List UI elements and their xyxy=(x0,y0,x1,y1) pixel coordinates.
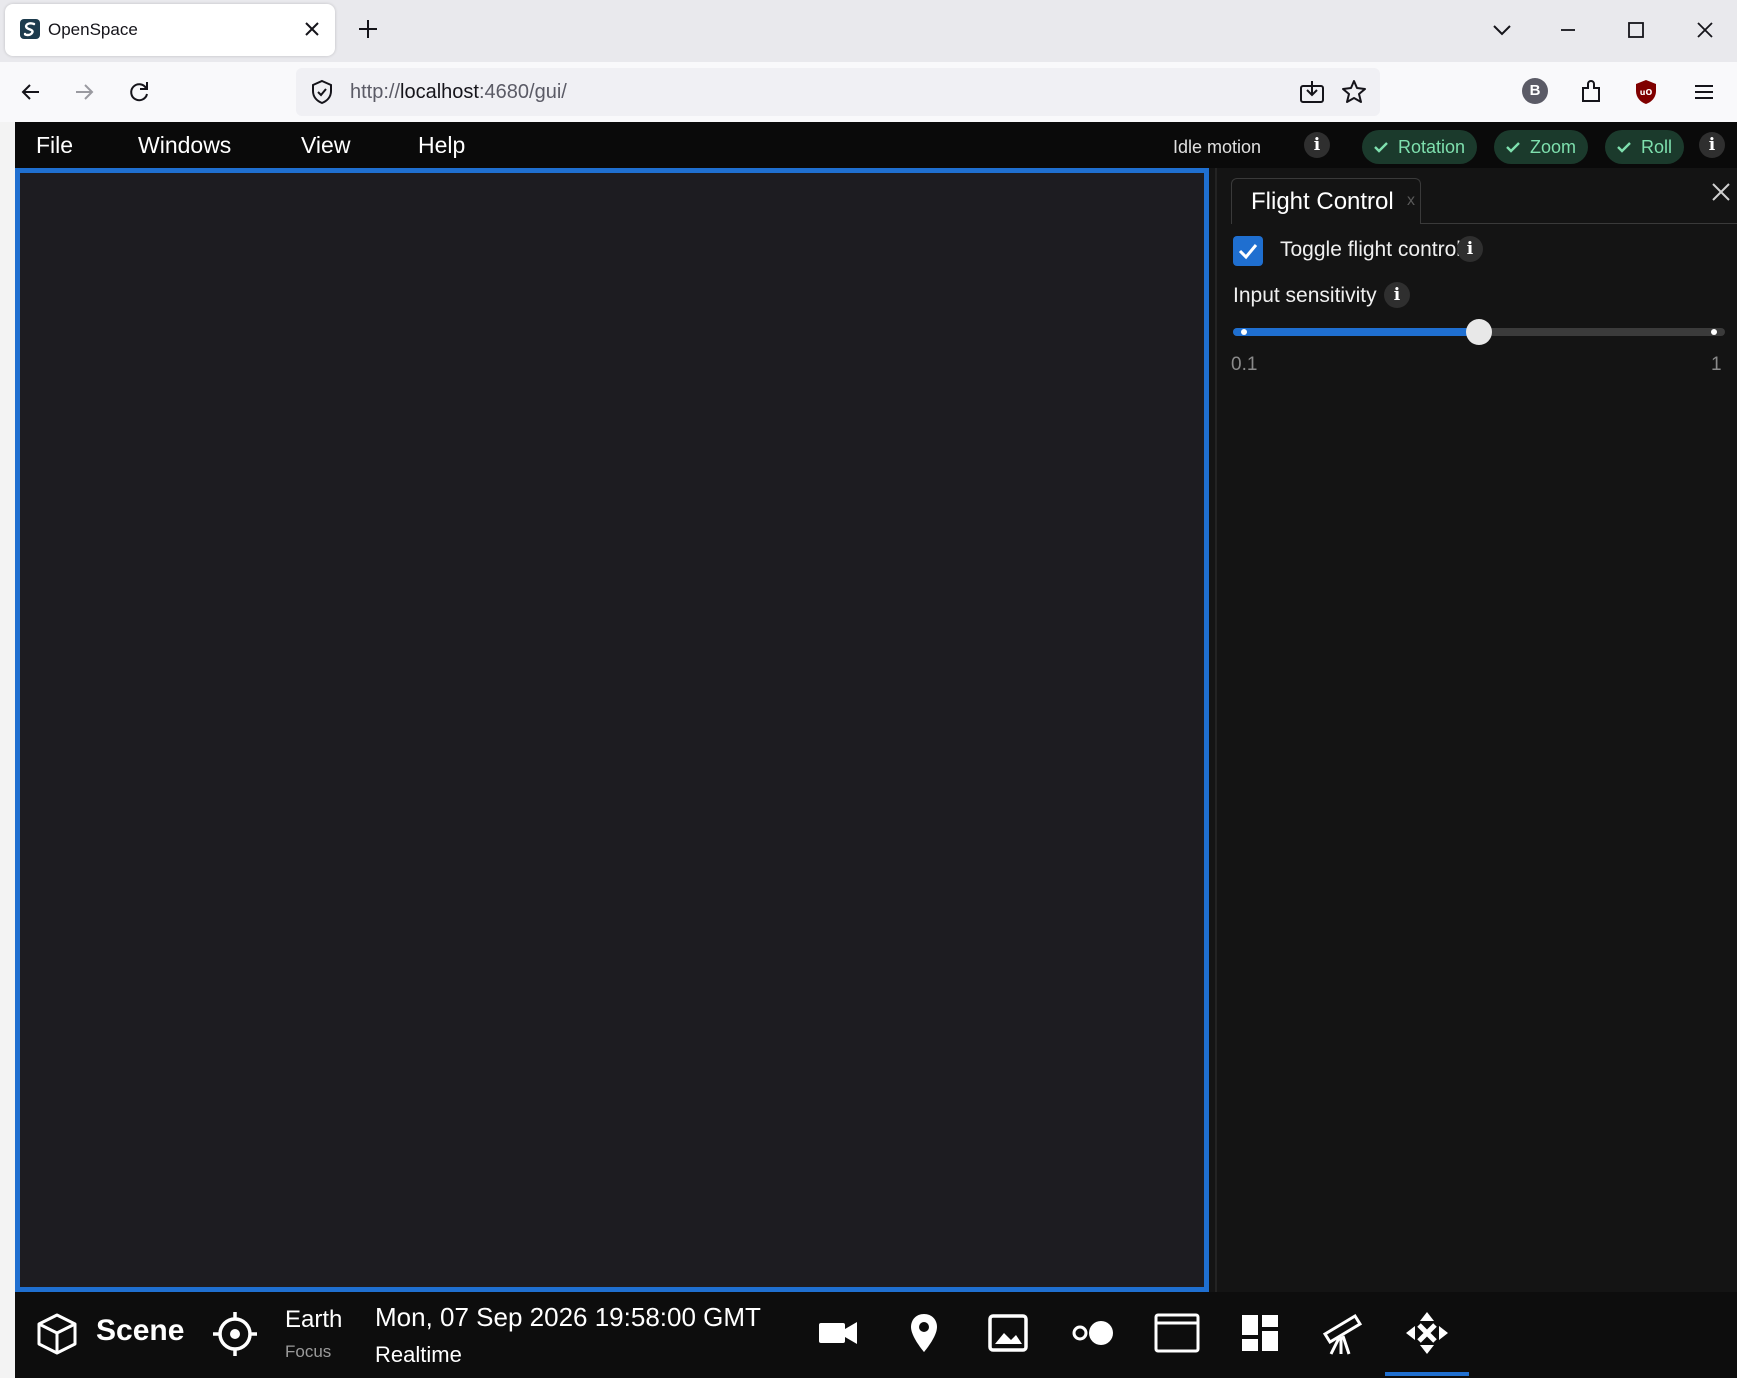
panel-tab-divider xyxy=(1421,223,1737,224)
browser-tab[interactable]: OpenSpace xyxy=(5,4,335,56)
slider-max-label: 1 xyxy=(1711,354,1722,375)
tab-title: OpenSpace xyxy=(48,20,138,39)
toggle-flight-control-checkbox[interactable] xyxy=(1233,236,1263,266)
profile-icon[interactable]: B xyxy=(1522,78,1550,106)
flight-control-panel: Flight Control x Toggle flight control i… xyxy=(1215,168,1737,1292)
menu-view[interactable]: View xyxy=(301,132,350,159)
ublock-icon[interactable]: uO xyxy=(1632,78,1660,106)
save-to-device-icon[interactable] xyxy=(1298,78,1326,106)
new-tab-icon[interactable] xyxy=(356,17,380,41)
panel-tab-flight-control[interactable]: Flight Control x xyxy=(1231,178,1421,224)
flight-move-icon[interactable] xyxy=(1404,1310,1450,1356)
slider-min-dot xyxy=(1241,329,1247,335)
scene-button[interactable]: Scene xyxy=(96,1314,184,1348)
toggle-flight-control-label: Toggle flight control xyxy=(1280,238,1461,261)
check-icon xyxy=(1374,142,1388,153)
render-viewport[interactable] xyxy=(15,168,1209,1292)
check-icon xyxy=(1617,142,1631,153)
rotation-toggle[interactable]: Rotation xyxy=(1362,130,1478,164)
location-pin-icon[interactable] xyxy=(901,1310,947,1356)
slider-min-label: 0.1 xyxy=(1231,354,1258,375)
recording-icon[interactable] xyxy=(1070,1310,1116,1356)
roll-toggle-label: Roll xyxy=(1641,136,1673,157)
menu-help[interactable]: Help xyxy=(418,132,465,159)
url-text: http://localhost:4680/gui/ xyxy=(350,81,567,103)
panel-tab-close[interactable]: x xyxy=(1407,192,1415,210)
dashboard-icon[interactable] xyxy=(1237,1310,1283,1356)
shield-icon[interactable] xyxy=(308,78,336,106)
panel-tab-label: Flight Control xyxy=(1251,188,1394,215)
bookmark-star-icon[interactable] xyxy=(1340,78,1368,106)
extensions-icon[interactable] xyxy=(1577,78,1605,106)
camera-icon[interactable] xyxy=(815,1310,861,1356)
tab-close-icon[interactable] xyxy=(301,18,323,40)
minimize-icon[interactable] xyxy=(1554,16,1582,44)
slider-max-dot xyxy=(1711,329,1717,335)
menu-file[interactable]: File xyxy=(36,132,73,159)
menu-windows[interactable]: Windows xyxy=(138,132,231,159)
reload-icon[interactable] xyxy=(125,78,153,106)
tab-list-chevron-icon[interactable] xyxy=(1488,16,1516,44)
hamburger-menu-icon[interactable] xyxy=(1690,78,1718,106)
idle-motion-info-icon[interactable]: i xyxy=(1304,132,1330,158)
slider-thumb[interactable] xyxy=(1466,319,1492,345)
openspace-favicon-icon xyxy=(19,18,41,40)
focus-crosshair-icon[interactable] xyxy=(211,1310,259,1358)
roll-toggle[interactable]: Roll xyxy=(1605,130,1685,164)
toggle-flight-control-info-icon[interactable]: i xyxy=(1457,236,1483,262)
check-icon xyxy=(1506,142,1520,153)
telescope-icon[interactable] xyxy=(1319,1310,1365,1356)
simulation-date[interactable]: Mon, 07 Sep 2026 19:58:00 GMT xyxy=(375,1302,761,1333)
scene-cube-icon[interactable] xyxy=(35,1312,79,1356)
openspace-app: File Windows View Help Idle motion i Rot… xyxy=(15,122,1737,1378)
browser-tab-bar: OpenSpace xyxy=(0,0,1737,62)
svg-text:uO: uO xyxy=(1640,88,1653,97)
active-tool-indicator xyxy=(1385,1372,1469,1376)
forward-arrow-icon[interactable] xyxy=(70,78,98,106)
zoom-toggle-label: Zoom xyxy=(1530,136,1577,157)
input-sensitivity-label: Input sensitivity xyxy=(1233,284,1377,307)
image-icon[interactable] xyxy=(985,1310,1031,1356)
focus-name[interactable]: Earth xyxy=(285,1306,342,1334)
zoom-toggle[interactable]: Zoom xyxy=(1494,130,1589,164)
check-icon xyxy=(1238,244,1258,260)
back-arrow-icon[interactable] xyxy=(17,78,45,106)
rotation-toggle-label: Rotation xyxy=(1398,136,1466,157)
idle-motion-label: Idle motion xyxy=(1173,137,1262,157)
focus-sublabel: Focus xyxy=(285,1342,332,1361)
close-window-icon[interactable] xyxy=(1691,16,1719,44)
panel-close-icon[interactable] xyxy=(1709,180,1733,204)
input-sensitivity-slider[interactable] xyxy=(1233,319,1725,345)
bottom-bar: Scene Earth Focus Mon, 07 Sep 2026 19:58… xyxy=(15,1292,1737,1378)
browser-nav-bar: http://localhost:4680/gui/ B uO xyxy=(0,62,1737,122)
menu-bar: File Windows View Help Idle motion i Rot… xyxy=(15,122,1737,168)
window-icon[interactable] xyxy=(1154,1310,1200,1356)
url-bar[interactable]: http://localhost:4680/gui/ xyxy=(296,68,1380,116)
time-mode: Realtime xyxy=(375,1342,462,1367)
slider-fill xyxy=(1233,328,1479,336)
maximize-icon[interactable] xyxy=(1622,16,1650,44)
toggles-info-icon[interactable]: i xyxy=(1699,132,1725,158)
input-sensitivity-info-icon[interactable]: i xyxy=(1384,282,1410,308)
